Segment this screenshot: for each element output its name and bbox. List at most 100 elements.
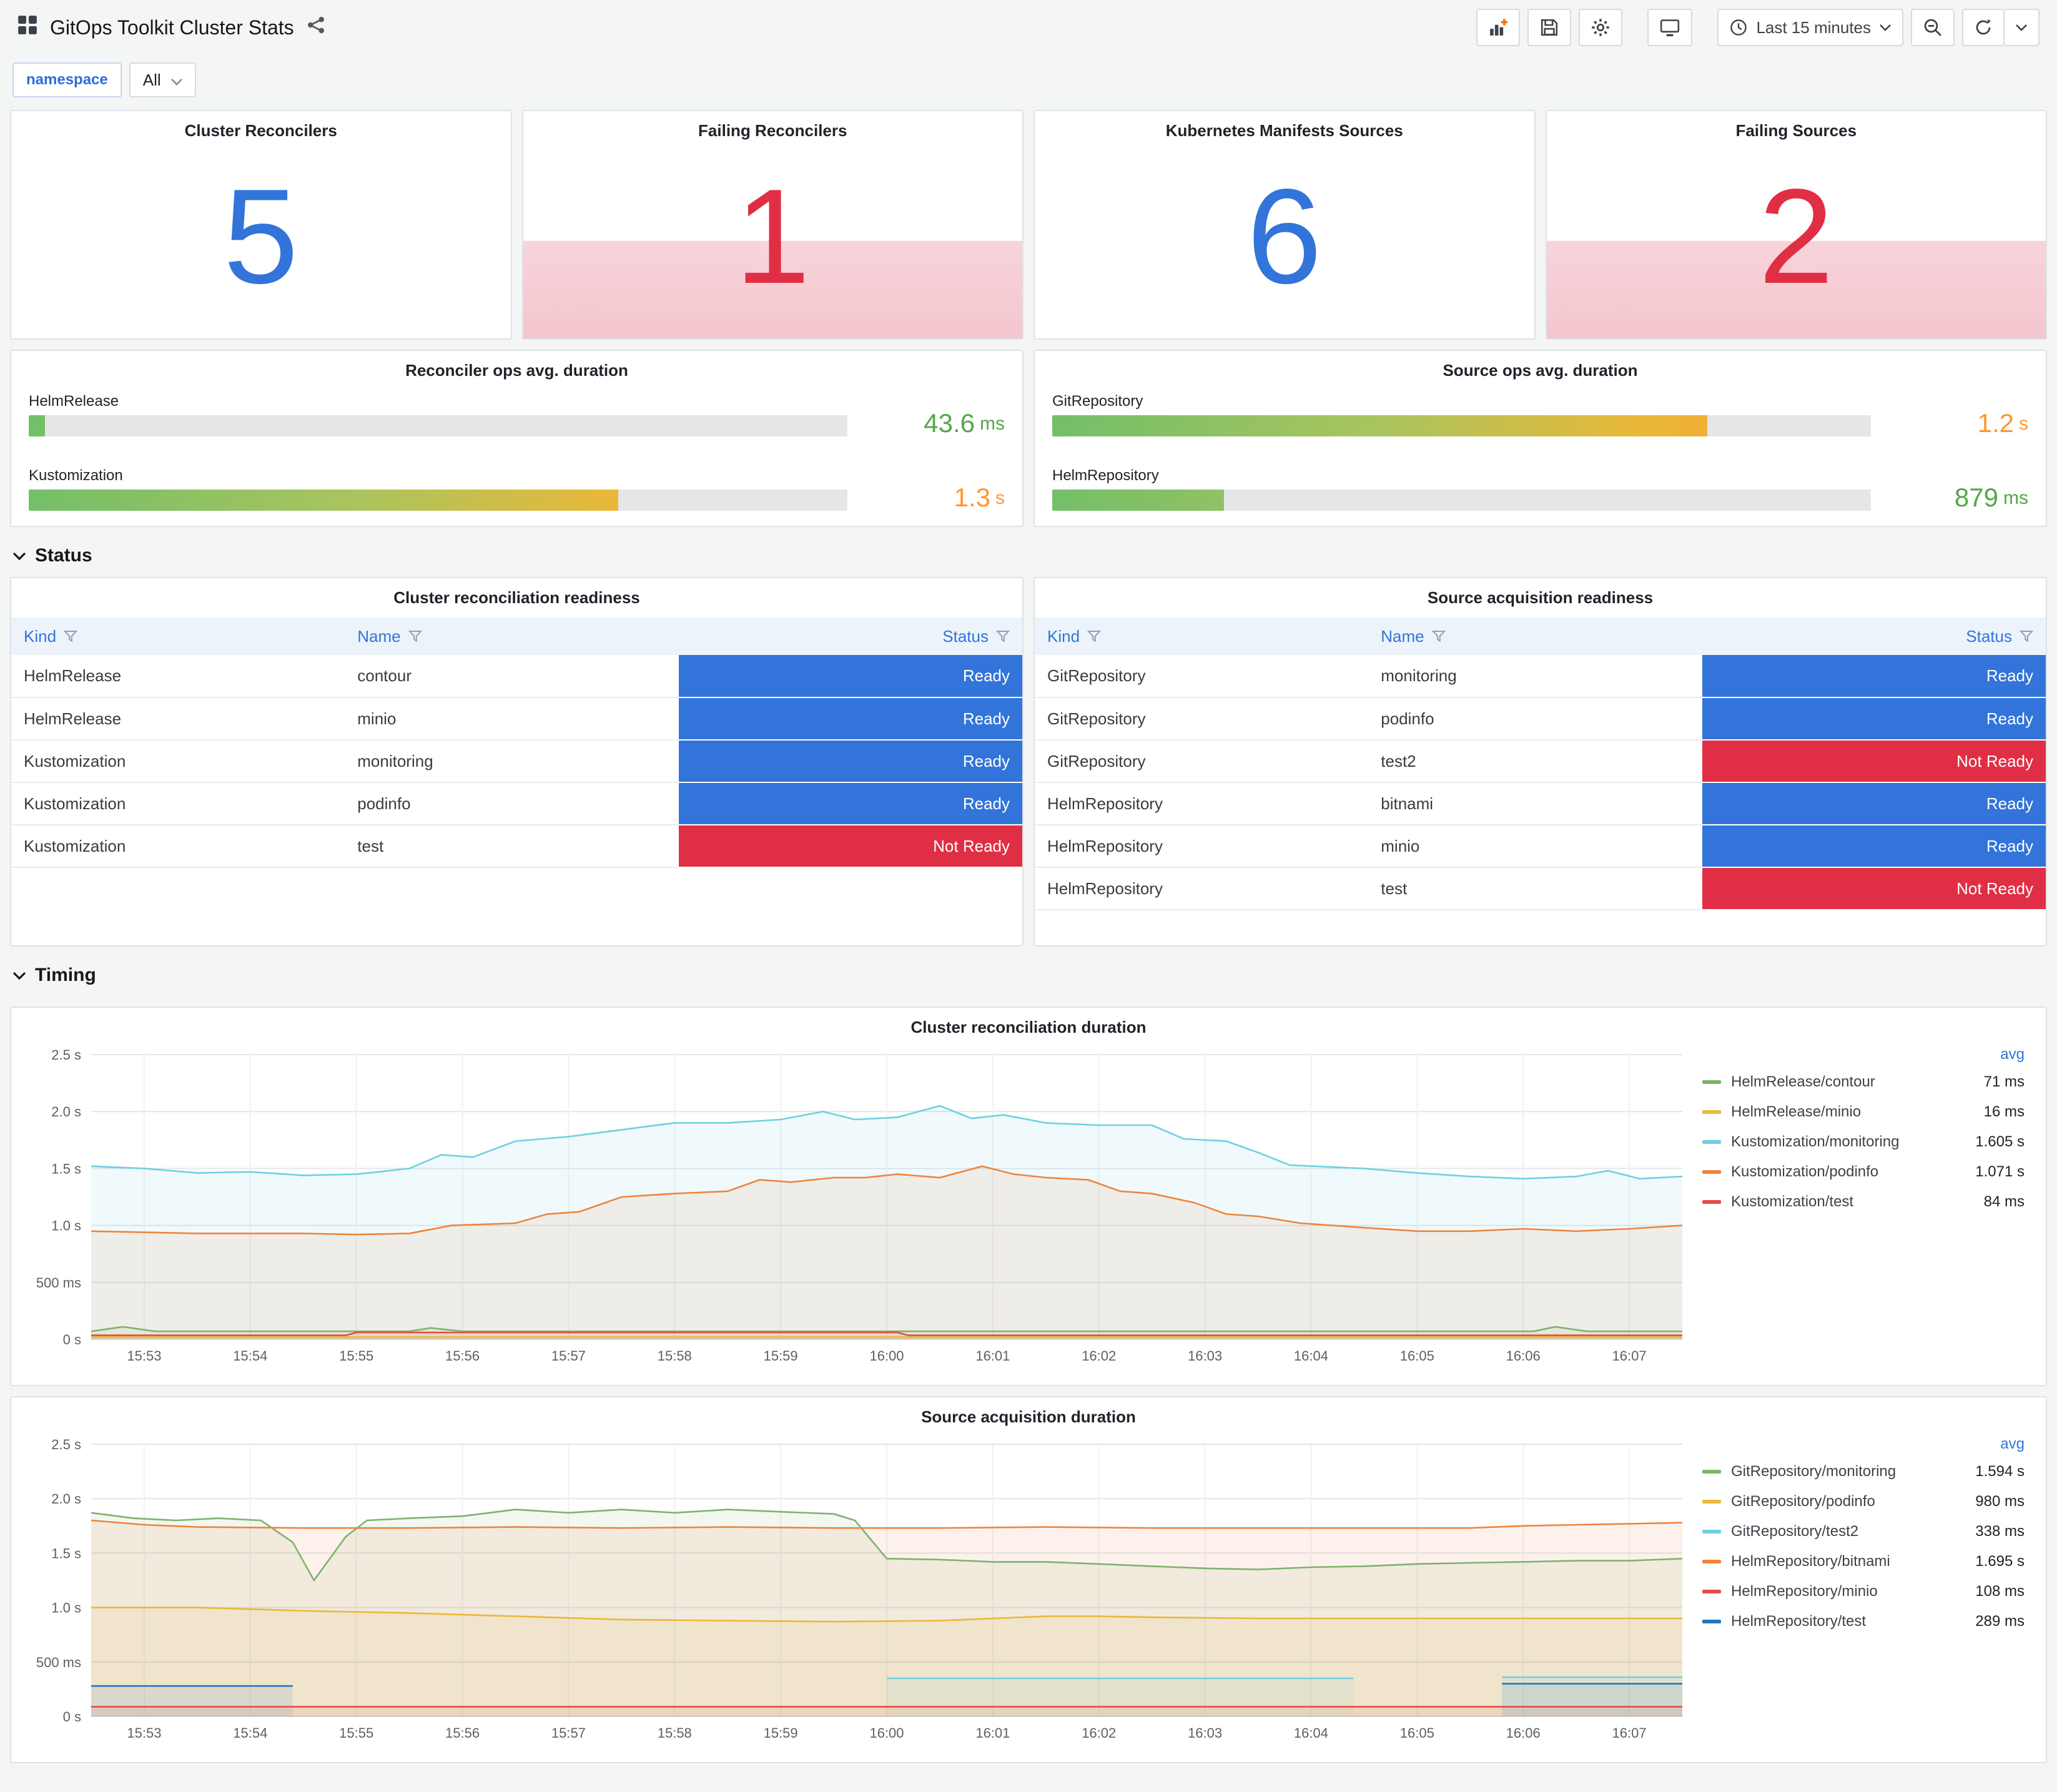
panel-title[interactable]: Cluster reconciliation readiness	[11, 578, 1022, 618]
bargauge-row: Kustomization 1.3 s	[29, 467, 1005, 511]
stat-value: 1	[735, 160, 811, 312]
series-color-icon[interactable]	[1702, 1500, 1721, 1504]
column-header-name[interactable]: Name	[1368, 618, 1702, 655]
column-header-kind[interactable]: Kind	[1035, 618, 1369, 655]
series-color-icon[interactable]	[1702, 1140, 1721, 1144]
time-range-picker-button[interactable]: Last 15 minutes	[1717, 9, 1903, 46]
column-header-kind[interactable]: Kind	[11, 618, 345, 655]
bargauge-value-number: 43.6	[924, 408, 975, 438]
svg-text:16:07: 16:07	[1612, 1348, 1647, 1364]
legend-avg-header[interactable]: avg	[2000, 1046, 2025, 1063]
variable-namespace-select[interactable]: All	[129, 62, 196, 97]
dashboard-page: GitOps Toolkit Cluster Stats Last 15 min…	[0, 0, 2057, 1776]
panel-title[interactable]: Kubernetes Manifests Sources	[1156, 111, 1413, 145]
series-color-icon[interactable]	[1702, 1110, 1721, 1114]
cell-name: minio	[1368, 825, 1702, 868]
legend-series-name[interactable]: GitRepository/monitoring	[1731, 1463, 1896, 1480]
filter-icon[interactable]	[2020, 629, 2033, 643]
svg-text:2.5 s: 2.5 s	[51, 1047, 81, 1063]
legend-series-name[interactable]: HelmRepository/test	[1731, 1613, 1866, 1630]
collapse-icon	[12, 965, 26, 986]
panel-title[interactable]: Source ops avg. duration	[1035, 351, 2046, 385]
bargauge-value-number: 1.3	[954, 483, 990, 512]
panel-title[interactable]: Failing Sources	[1725, 111, 1867, 145]
legend-series-name[interactable]: HelmRepository/bitnami	[1731, 1553, 1890, 1570]
series-color-icon[interactable]	[1702, 1590, 1721, 1593]
legend-series-avg: 71 ms	[1983, 1073, 2025, 1090]
bargauge-value-number: 879	[1954, 483, 1998, 512]
filter-icon[interactable]	[408, 629, 422, 643]
series-color-icon[interactable]	[1702, 1620, 1721, 1623]
legend-series-name[interactable]: GitRepository/test2	[1731, 1523, 1858, 1540]
bargauge-value: 1.3 s	[865, 467, 1005, 511]
table-row: Kustomization test Not Ready	[11, 825, 1022, 868]
add-panel-button[interactable]	[1476, 9, 1521, 46]
filter-icon[interactable]	[1431, 629, 1446, 643]
legend-series-name[interactable]: HelmRelease/minio	[1731, 1103, 1861, 1121]
column-header-status[interactable]: Status	[1702, 618, 2046, 655]
column-header-status[interactable]: Status	[678, 618, 1022, 655]
legend-series-name[interactable]: GitRepository/podinfo	[1731, 1493, 1875, 1510]
share-icon[interactable]	[307, 16, 325, 39]
refresh-interval-button[interactable]	[2005, 9, 2040, 46]
legend-series-name[interactable]: HelmRelease/contour	[1731, 1073, 1875, 1091]
stat-panel: Cluster Reconcilers 5	[10, 110, 512, 340]
time-range-label: Last 15 minutes	[1756, 17, 1871, 37]
panel-title[interactable]: Reconciler ops avg. duration	[11, 351, 1022, 385]
legend-series-name[interactable]: HelmRepository/minio	[1731, 1583, 1878, 1600]
series-color-icon[interactable]	[1702, 1560, 1721, 1563]
cell-status: Not Ready	[678, 825, 1022, 868]
filter-icon[interactable]	[1087, 629, 1102, 643]
row-toggle-status[interactable]: Status	[10, 534, 2047, 577]
cell-status: Ready	[678, 655, 1022, 698]
bargauge-label: HelmRepository	[1052, 467, 1159, 484]
filter-icon[interactable]	[64, 629, 78, 643]
svg-text:2.5 s: 2.5 s	[51, 1437, 81, 1452]
legend-series-name[interactable]: Kustomization/podinfo	[1731, 1163, 1878, 1181]
row-toggle-timing[interactable]: Timing	[10, 954, 2047, 997]
panel-title[interactable]: Cluster Reconcilers	[175, 111, 347, 145]
refresh-dashboard-button[interactable]	[1962, 9, 2005, 46]
legend-series-avg: 980 ms	[1975, 1493, 2025, 1510]
cell-kind: HelmRepository	[1035, 867, 1369, 910]
series-color-icon[interactable]	[1702, 1530, 1721, 1534]
chart-body: 0 s 500 ms 1.0 s 1.5 s 2.0 s 2.5 s 15:53 15:54 1…	[11, 1432, 2046, 1762]
readiness-table: Kind Name Status HelmRelease contour Ready Hel…	[11, 618, 1022, 868]
svg-text:0 s: 0 s	[63, 1709, 81, 1725]
svg-text:15:58: 15:58	[658, 1348, 692, 1364]
legend-item: GitRepository/podinfo 980 ms	[1702, 1487, 2025, 1517]
stat-value: 6	[1246, 160, 1322, 312]
table-row: HelmRepository test Not Ready	[1035, 867, 2046, 910]
svg-text:16:04: 16:04	[1294, 1348, 1328, 1364]
zoom-out-time-button[interactable]	[1911, 9, 1955, 46]
legend-series-name[interactable]: Kustomization/test	[1731, 1193, 1853, 1211]
save-dashboard-button[interactable]	[1527, 9, 1572, 46]
column-header-name[interactable]: Name	[345, 618, 679, 655]
legend-item: Kustomization/test 84 ms	[1702, 1187, 2025, 1217]
legend-avg-header[interactable]: avg	[2000, 1435, 2025, 1453]
add-panel-icon	[1489, 18, 1508, 37]
panel-title[interactable]: Source acquisition duration	[11, 1397, 2046, 1432]
panel-title[interactable]: Failing Reconcilers	[688, 111, 857, 145]
bargauge-track	[29, 415, 847, 436]
chart-plot-area[interactable]: 0 s 500 ms 1.0 s 1.5 s 2.0 s 2.5 s 15:53 15:54 1…	[14, 1432, 1697, 1751]
series-color-icon[interactable]	[1702, 1470, 1721, 1474]
filter-icon[interactable]	[996, 629, 1010, 643]
series-color-icon[interactable]	[1702, 1200, 1721, 1204]
svg-text:16:07: 16:07	[1612, 1725, 1647, 1741]
dashboard-settings-button[interactable]	[1579, 9, 1623, 46]
cycle-view-mode-button[interactable]	[1647, 9, 1693, 46]
legend-series-name[interactable]: Kustomization/monitoring	[1731, 1133, 1899, 1151]
column-header-label: Name	[357, 626, 401, 646]
panel-title[interactable]: Source acquisition readiness	[1035, 578, 2046, 618]
stat-panel: Failing Reconcilers 1	[521, 110, 1024, 340]
cell-name: monitoring	[1368, 655, 1702, 698]
cell-status: Not Ready	[1702, 740, 2046, 783]
panel-title[interactable]: Cluster reconciliation duration	[11, 1008, 2046, 1042]
cell-kind: HelmRelease	[11, 655, 345, 698]
chart-plot-area[interactable]: 0 s 500 ms 1.0 s 1.5 s 2.0 s 2.5 s 15:53 15:54 1…	[14, 1042, 1697, 1374]
series-color-icon[interactable]	[1702, 1080, 1721, 1084]
column-header-label: Name	[1381, 626, 1424, 646]
bargauge-fill	[1052, 415, 1707, 436]
series-color-icon[interactable]	[1702, 1170, 1721, 1174]
